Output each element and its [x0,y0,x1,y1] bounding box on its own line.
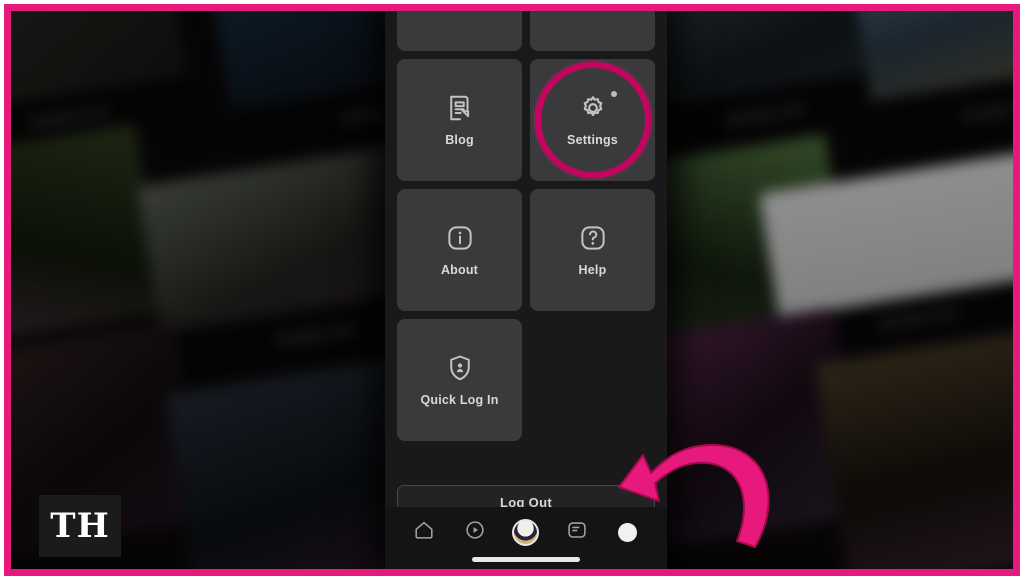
annotation-arrow [607,429,787,559]
chat-bubble-icon [566,519,588,546]
wallpaper-tile-caption: ROBLOX [871,60,1013,160]
menu-tile-blog[interactable]: Blog [397,59,522,181]
avatar-icon [512,518,540,546]
menu-tile-settings[interactable]: Settings [530,59,655,181]
gear-icon [578,91,617,123]
home-indicator [472,557,580,562]
menu-grid: My Feed Create [397,11,659,441]
nav-chat-button[interactable] [560,515,594,549]
nav-home-button[interactable] [407,515,441,549]
info-icon [445,223,475,253]
menu-tile-label: Quick Log In [420,393,499,407]
menu-tile-about[interactable]: About [397,189,522,311]
menu-tile-label: Settings [567,133,618,147]
menu-tile-label: Blog [445,133,474,147]
menu-tile-label: About [440,263,479,277]
settings-badge-dot [610,91,617,97]
screenshot-frame: ROBLOX ROBLOX ROBLOX ROBLOX ROBLOX ROBLO… [0,0,1024,580]
screenshot-inner: ROBLOX ROBLOX ROBLOX ROBLOX ROBLOX ROBLO… [4,4,1020,576]
blog-icon [445,93,475,123]
wallpaper-tile [814,320,1013,569]
wallpaper-tile: ROBLOX [844,11,1013,160]
home-icon [413,519,435,546]
watermark-text: TH [50,506,110,546]
watermark-logo: TH [39,495,121,557]
menu-tile-quick-log-in[interactable]: Quick Log In [397,319,522,441]
play-circle-icon [464,519,486,546]
menu-tile-help[interactable]: Help [530,189,655,311]
menu-tile-create[interactable]: Create [530,11,655,51]
menu-tile-label: Help [578,263,607,277]
nav-avatar-button[interactable] [509,515,543,549]
nav-discover-button[interactable] [458,515,492,549]
shield-lock-icon [445,353,475,383]
menu-tile-my-feed[interactable]: My Feed [397,11,522,51]
question-icon [578,223,608,253]
wallpaper-tile [11,124,165,348]
menu-grid-spacer [530,319,655,441]
